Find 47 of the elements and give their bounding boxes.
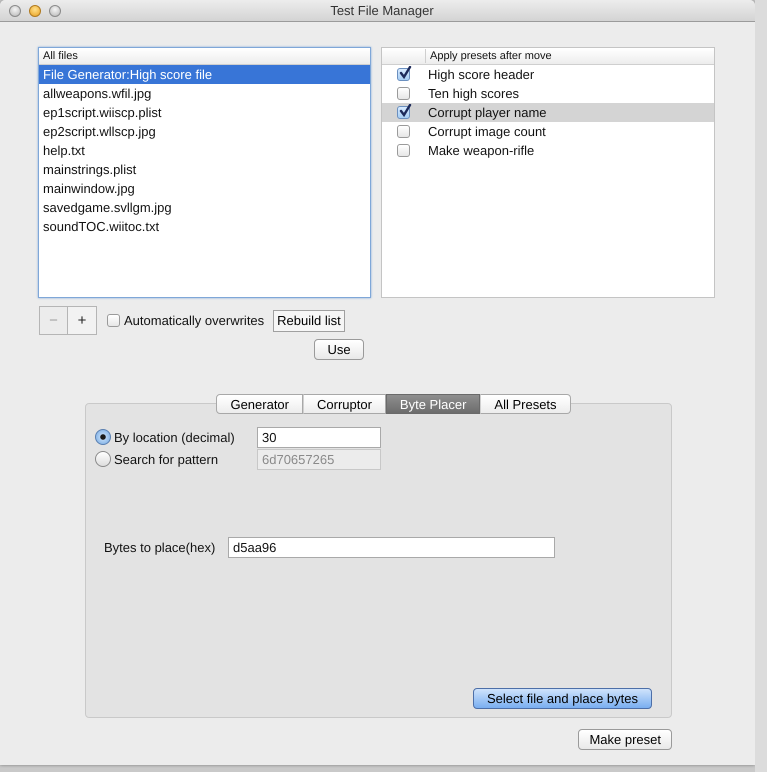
radio-label: Search for pattern (114, 452, 220, 466)
preset-row[interactable]: High score header (382, 65, 714, 84)
minimize-button[interactable] (29, 4, 41, 16)
checkbox[interactable] (107, 314, 120, 327)
preset-row[interactable]: Make weapon-rifle (382, 141, 714, 160)
radio-button[interactable] (95, 429, 111, 445)
text-field[interactable]: 30 (257, 426, 381, 448)
field-label: Bytes to place(hex) (104, 540, 216, 555)
preset-label: Corrupt player name (428, 105, 546, 120)
file-list-item[interactable]: soundTOC.wiitoc.txt (39, 217, 370, 236)
column-header: Apply presets after move (429, 49, 552, 64)
tab[interactable]: Byte Placer (386, 394, 480, 414)
tab[interactable]: Corruptor (303, 394, 386, 414)
file-list-item[interactable]: ep1script.wiiscp.plist (39, 103, 370, 122)
preset-row[interactable]: Corrupt player name (382, 103, 714, 122)
column-header: All files (39, 48, 370, 65)
window-title: Test File Manager (329, 3, 435, 18)
preset-label: Corrupt image count (428, 124, 546, 139)
preset-label: High score header (428, 67, 534, 82)
make-preset-button[interactable]: Make preset (578, 729, 672, 750)
checkbox-label: Automatically overwrites (124, 313, 264, 328)
tab[interactable]: All Presets (480, 394, 571, 414)
file-list-item[interactable]: mainstrings.plist (39, 160, 370, 179)
rebuild-list-button[interactable]: Rebuild list (273, 310, 345, 332)
preset-row[interactable]: Ten high scores (382, 84, 714, 103)
checkbox[interactable] (397, 125, 410, 138)
checkbox[interactable] (397, 87, 410, 100)
file-list-item[interactable]: allweapons.wfil.jpg (39, 84, 370, 103)
use-button[interactable]: Use (314, 339, 364, 360)
tab[interactable]: Generator (216, 394, 303, 414)
bytes-field[interactable]: d5aa96 (228, 537, 555, 558)
preset-label: Ten high scores (428, 86, 520, 101)
zoom-button[interactable] (49, 4, 61, 16)
preset-row[interactable]: Corrupt image count (382, 122, 714, 141)
radio-label: By location (decimal) (114, 430, 236, 444)
close-button[interactable] (9, 4, 21, 16)
file-list-item[interactable]: savedgame.svllgm.jpg (39, 198, 370, 217)
file-list-item[interactable]: File Generator:High score file (39, 65, 370, 84)
checkbox[interactable] (397, 106, 410, 119)
checkbox[interactable] (397, 68, 410, 81)
add-button[interactable]: + (68, 306, 97, 335)
preset-label: Make weapon-rifle (428, 143, 534, 158)
place-bytes-button[interactable]: Select file and place bytes (472, 688, 652, 709)
file-list-item[interactable]: ep2script.wllscp.jpg (39, 122, 370, 141)
checkbox[interactable] (397, 144, 410, 157)
file-list-item[interactable]: mainwindow.jpg (39, 179, 370, 198)
file-list-item[interactable]: help.txt (39, 141, 370, 160)
